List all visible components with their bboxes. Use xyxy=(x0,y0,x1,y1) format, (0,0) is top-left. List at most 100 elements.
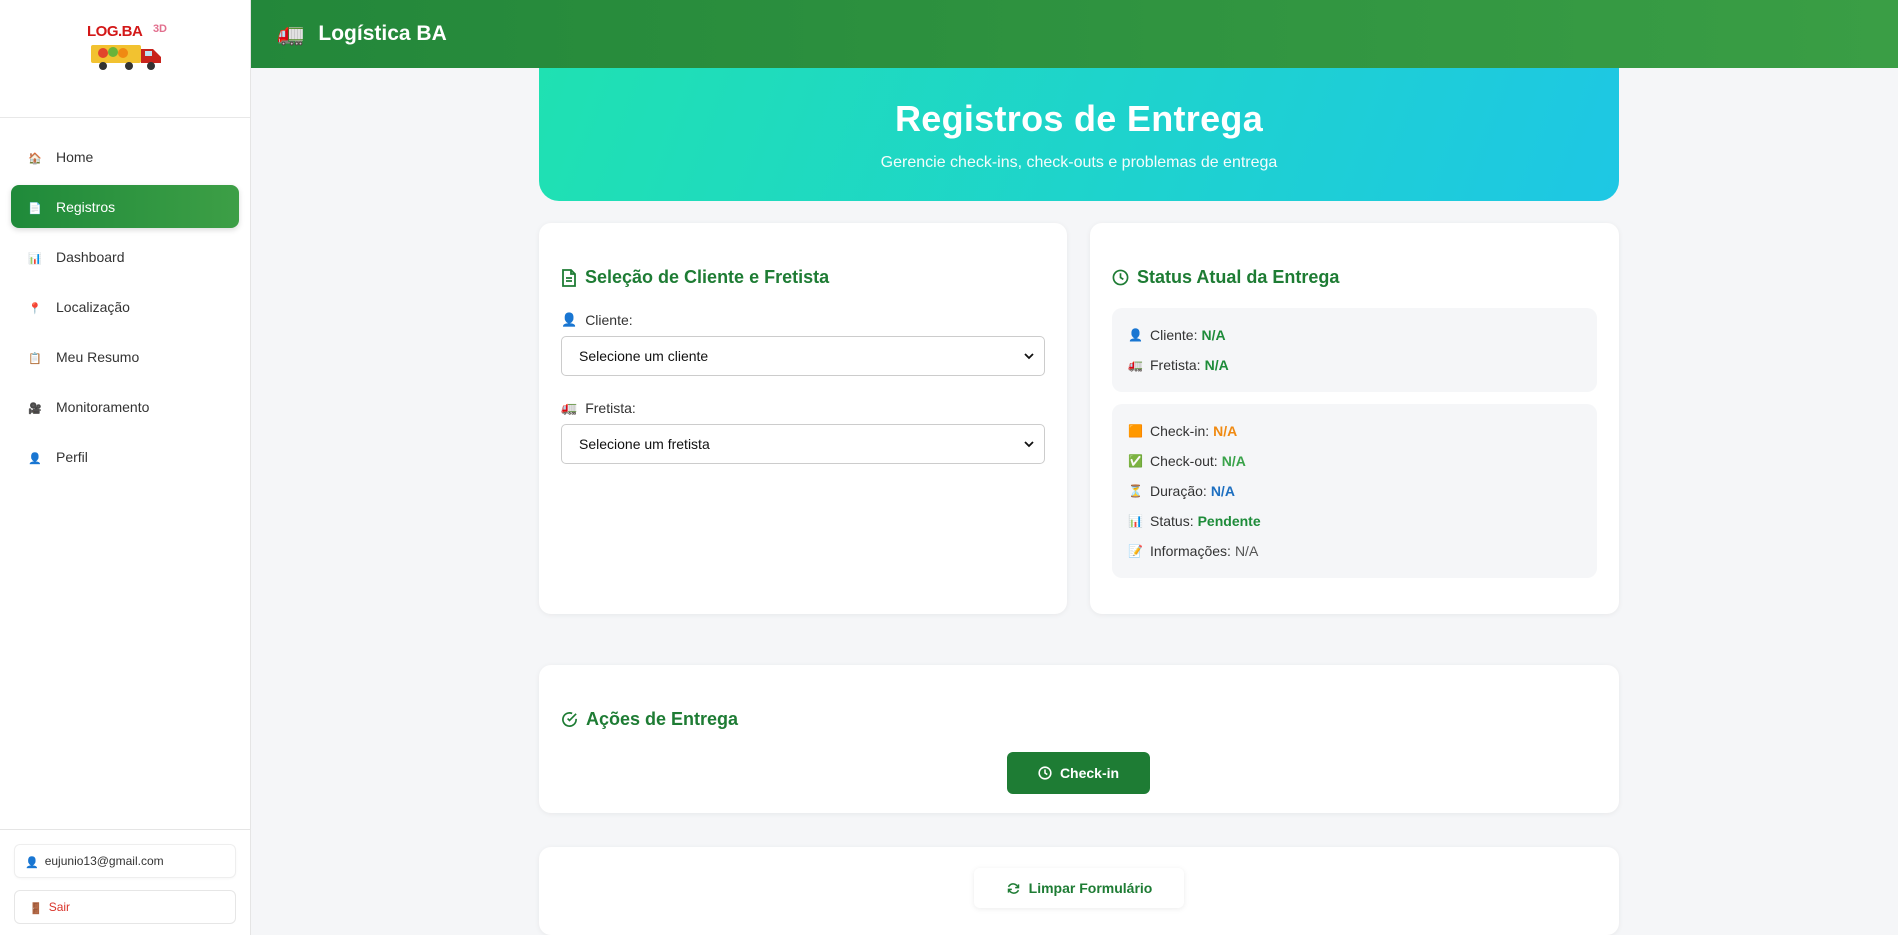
logo[interactable]: LOG.BA 3D xyxy=(83,21,167,77)
camera-icon: 🎥 xyxy=(28,402,42,415)
logout-button[interactable]: 🚪 Sair xyxy=(14,890,236,924)
truck-icon: 🚛 xyxy=(1128,358,1143,372)
checkin-button-label: Check-in xyxy=(1059,765,1120,781)
status-checkin-value: N/A xyxy=(1213,423,1238,439)
client-select-value: Selecione um cliente xyxy=(579,348,709,364)
driver-select-value: Selecione um fretista xyxy=(579,436,710,452)
pin-icon: 📍 xyxy=(28,302,42,315)
status-duration-label: Duração: xyxy=(1150,483,1207,499)
status-duration-row: ⏳ Duração: N/A xyxy=(1128,476,1581,506)
status-checkout-row: ✅ Check-out: N/A xyxy=(1128,446,1581,476)
hourglass-icon: ⏳ xyxy=(1128,484,1143,498)
square-icon: 🟧 xyxy=(1128,424,1143,438)
sidebar-footer: 👤 eujunio13@gmail.com 🚪 Sair xyxy=(0,829,250,935)
sidebar-item-label: Dashboard xyxy=(56,248,125,265)
sidebar-item-perfil[interactable]: 👤 Perfil xyxy=(11,435,239,478)
status-status-row: 📊 Status: Pendente xyxy=(1128,506,1581,536)
user-icon: 👤 xyxy=(25,857,39,869)
sidebar-item-label: Home xyxy=(56,148,94,165)
sidebar-item-label: Perfil xyxy=(56,448,88,465)
selection-card: Seleção de Cliente e Fretista 👤 Cliente:… xyxy=(539,223,1067,614)
user-info: 👤 eujunio13@gmail.com xyxy=(14,844,236,878)
status-client-value: N/A xyxy=(1201,327,1226,343)
status-card: Status Atual da Entrega 👤 Cliente: N/A 🚛… xyxy=(1090,223,1619,614)
driver-label-text: Fretista: xyxy=(585,400,636,416)
status-driver-value: N/A xyxy=(1204,357,1229,373)
status-driver-label: Fretista: xyxy=(1150,357,1201,373)
memo-icon: 📝 xyxy=(1128,544,1143,558)
status-checkin-label: Check-in: xyxy=(1150,423,1210,439)
check-box-icon: ✅ xyxy=(1128,454,1143,468)
main-content: Registros de Entrega Gerencie check-ins,… xyxy=(251,68,1898,935)
clock-icon xyxy=(1038,766,1052,780)
status-parties-box: 👤 Cliente: N/A 🚛 Fretista: N/A xyxy=(1112,308,1597,392)
status-duration-value: N/A xyxy=(1210,483,1235,499)
selection-card-title: Seleção de Cliente e Fretista xyxy=(561,267,1045,288)
sidebar-item-meu-resumo[interactable]: 📋 Meu Resumo xyxy=(11,335,239,378)
actions-card-title: Ações de Entrega xyxy=(561,709,1597,730)
sidebar-item-label: Localização xyxy=(56,298,130,315)
driver-field-label: 🚛 Fretista: xyxy=(561,400,1045,416)
logo-area: LOG.BA 3D xyxy=(0,0,250,118)
sidebar-item-monitoramento[interactable]: 🎥 Monitoramento xyxy=(11,385,239,428)
driver-select[interactable]: Selecione um fretista xyxy=(561,424,1045,464)
check-circle-icon xyxy=(562,712,577,727)
refresh-icon xyxy=(1007,882,1019,894)
logo-badge: 3D xyxy=(152,22,167,35)
status-info-label: Informações: xyxy=(1150,543,1231,559)
status-checkout-label: Check-out: xyxy=(1150,453,1218,469)
reset-form-button[interactable]: Limpar Formulário xyxy=(974,868,1184,908)
logo-truck-icon xyxy=(91,44,161,70)
client-select[interactable]: Selecione um cliente xyxy=(561,336,1045,376)
client-field-label: 👤 Cliente: xyxy=(561,312,1045,328)
page-title: Registros de Entrega xyxy=(894,98,1264,139)
chart-icon: 📊 xyxy=(28,252,42,265)
door-icon: 🚪 xyxy=(29,903,43,915)
user-icon: 👤 xyxy=(561,312,578,327)
reset-form-label: Limpar Formulário xyxy=(1028,880,1153,896)
status-driver-row: 🚛 Fretista: N/A xyxy=(1128,350,1581,380)
logout-label: Sair xyxy=(48,900,71,914)
user-email: eujunio13@gmail.com xyxy=(44,854,164,868)
app-title: Logística BA xyxy=(318,22,447,45)
user-icon: 👤 xyxy=(28,452,42,465)
sidebar-nav: 🏠 Home 📄 Registros 📊 Dashboard 📍 Localiz… xyxy=(0,118,250,478)
chevron-down-icon xyxy=(1024,353,1034,360)
sidebar-item-registros[interactable]: 📄 Registros xyxy=(11,185,239,228)
clock-icon xyxy=(1112,269,1129,286)
status-card-title: Status Atual da Entrega xyxy=(1112,267,1597,288)
status-client-label: Cliente: xyxy=(1150,327,1198,343)
logo-text: LOG.BA xyxy=(87,22,143,40)
sidebar-item-localizacao[interactable]: 📍 Localização xyxy=(11,285,239,328)
chevron-down-icon xyxy=(1024,441,1034,448)
reset-card: Limpar Formulário xyxy=(539,847,1619,935)
sidebar-item-home[interactable]: 🏠 Home xyxy=(11,135,239,178)
sidebar-item-label: Registros xyxy=(56,198,116,215)
user-icon: 👤 xyxy=(1128,328,1143,342)
file-text-icon xyxy=(562,268,576,287)
truck-icon: 🚛 xyxy=(561,400,578,415)
status-checkout-value: N/A xyxy=(1221,453,1246,469)
chart-icon: 📊 xyxy=(1128,514,1143,528)
page-hero: Registros de Entrega Gerencie check-ins,… xyxy=(539,68,1619,201)
actions-card: Ações de Entrega Check-in xyxy=(539,665,1619,813)
status-client-row: 👤 Cliente: N/A xyxy=(1128,320,1581,350)
status-status-value: Pendente xyxy=(1197,513,1261,529)
status-title-text: Status Atual da Entrega xyxy=(1137,267,1340,287)
clipboard-icon: 📋 xyxy=(28,352,42,365)
sidebar: LOG.BA 3D 🏠 Home 📄 Registros � xyxy=(0,0,251,935)
sidebar-item-dashboard[interactable]: 📊 Dashboard xyxy=(11,235,239,278)
status-status-label: Status: xyxy=(1150,513,1194,529)
sidebar-item-label: Monitoramento xyxy=(56,398,150,415)
checkin-button[interactable]: Check-in xyxy=(1007,752,1150,794)
status-checkin-row: 🟧 Check-in: N/A xyxy=(1128,416,1581,446)
status-details-box: 🟧 Check-in: N/A ✅ Check-out: N/A ⏳ Duraç… xyxy=(1112,404,1597,578)
home-icon: 🏠 xyxy=(28,152,42,165)
topbar: 🚛 Logística BA xyxy=(251,0,1898,68)
document-icon: 📄 xyxy=(28,202,42,215)
truck-icon: 🚛 xyxy=(277,21,305,46)
page-subtitle: Gerencie check-ins, check-outs e problem… xyxy=(880,154,1278,171)
status-info-value: N/A xyxy=(1234,543,1259,559)
status-info-row: 📝 Informações: N/A xyxy=(1128,536,1581,566)
selection-title-text: Seleção de Cliente e Fretista xyxy=(585,267,830,287)
